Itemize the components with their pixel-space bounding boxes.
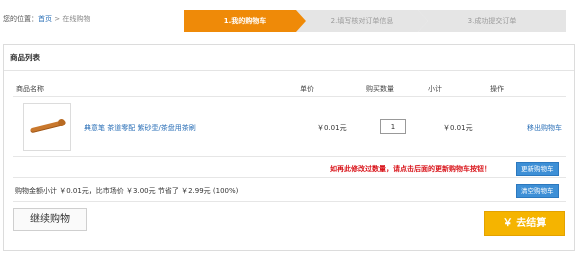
notice-divider bbox=[13, 177, 566, 178]
product-image[interactable] bbox=[23, 103, 71, 151]
update-quantity-notice: 如再此修改过数量，请点击后面的更新购物车按钮！ bbox=[330, 165, 491, 173]
tea-brush-tip bbox=[57, 118, 66, 127]
breadcrumb: 您的位置：首页 > 在线购物 bbox=[3, 14, 90, 24]
breadcrumb-current: 在线购物 bbox=[62, 15, 91, 23]
header-action: 操作 bbox=[490, 85, 504, 93]
product-subtotal: ￥0.01元 bbox=[443, 124, 473, 132]
step-my-cart: 1.我的购物车 bbox=[184, 10, 306, 32]
header-quantity: 购买数量 bbox=[366, 85, 394, 93]
panel-title: 商品列表 bbox=[4, 45, 574, 71]
summary-divider bbox=[13, 201, 566, 202]
product-name-link[interactable]: 典意笔 茶道零配 紫砂壶/茶盘用茶刷 bbox=[84, 123, 196, 133]
header-product-name: 商品名称 bbox=[16, 85, 44, 93]
cart-total-summary: 购物金额小计 ￥0.01元，比市场价 ￥3.00元 节省了 ￥2.99元 (10… bbox=[15, 187, 239, 195]
breadcrumb-home-link[interactable]: 首页 bbox=[38, 15, 52, 23]
header-subtotal: 小计 bbox=[428, 85, 442, 93]
checkout-progress-steps: 1.我的购物车 2.填写核对订单信息 3.成功提交订单 bbox=[184, 10, 566, 32]
product-unit-price: ￥0.01元 bbox=[317, 124, 347, 132]
clear-cart-button[interactable]: 清空购物车 bbox=[516, 184, 559, 198]
step-fill-order-info: 2.填写核对订单信息 bbox=[296, 10, 428, 32]
quantity-input[interactable] bbox=[380, 119, 406, 134]
breadcrumb-separator: > bbox=[54, 15, 61, 23]
remove-from-cart-link[interactable]: 移出购物车 bbox=[527, 123, 562, 133]
header-unit-price: 单价 bbox=[300, 85, 314, 93]
step-order-submitted: 3.成功提交订单 bbox=[418, 10, 566, 32]
update-cart-button[interactable]: 更新购物车 bbox=[516, 162, 559, 176]
header-divider bbox=[13, 96, 566, 97]
checkout-button[interactable]: ￥ 去结算 bbox=[484, 211, 565, 236]
continue-shopping-button[interactable]: 继续购物 bbox=[13, 208, 87, 231]
row-divider bbox=[13, 156, 566, 157]
breadcrumb-prefix: 您的位置： bbox=[3, 15, 38, 23]
